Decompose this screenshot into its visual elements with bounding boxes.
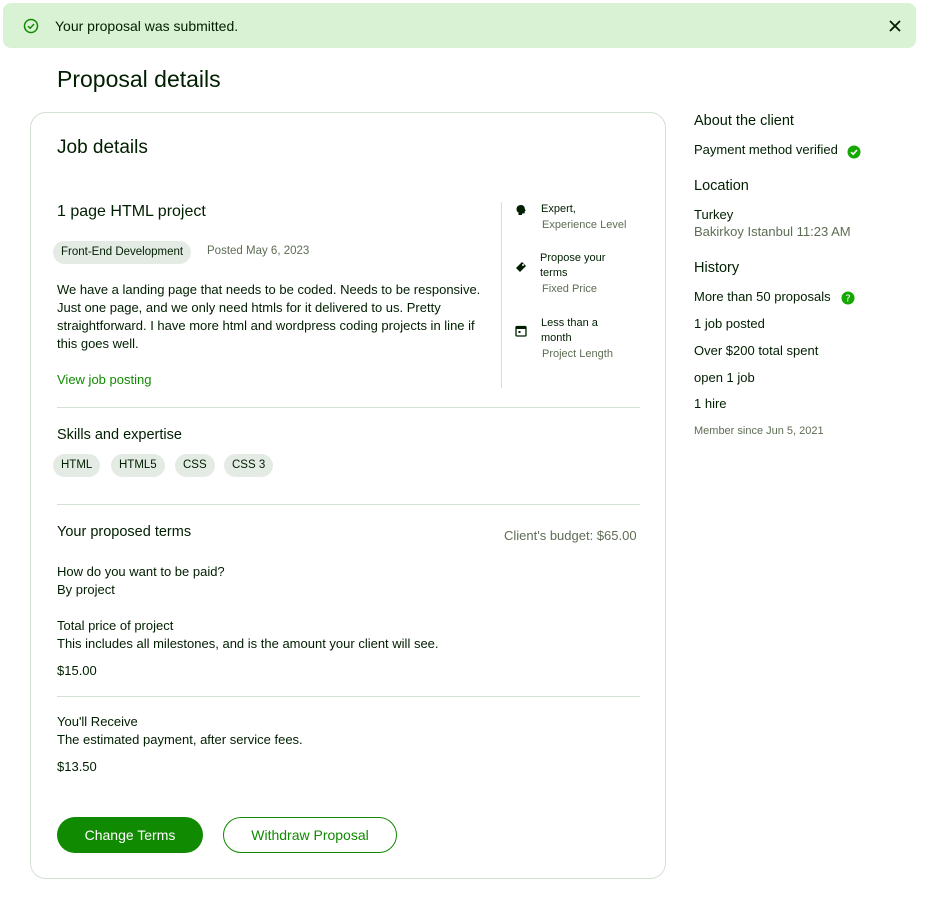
client-country: Turkey (694, 207, 734, 222)
project-length-label: Project Length (542, 348, 613, 360)
open-jobs: open 1 job (694, 370, 755, 385)
you-receive-value: $13.50 (57, 759, 97, 774)
payment-type-label: Fixed Price (542, 283, 598, 295)
hires-count: 1 hire (694, 396, 727, 411)
divider (57, 504, 640, 505)
view-job-posting-link[interactable]: View job posting (57, 372, 151, 387)
payment-answer: By project (57, 582, 115, 597)
skill-tag[interactable]: HTML (53, 454, 101, 477)
close-icon[interactable] (885, 16, 905, 36)
member-since: Member since Jun 5, 2021 (694, 425, 824, 437)
experience-label: Experience Level (542, 219, 627, 231)
payment-type-value: Propose your terms (540, 252, 606, 279)
skill-tag[interactable]: CSS 3 (224, 454, 274, 477)
about-client-title: About the client (694, 113, 794, 129)
client-budget: Client's budget: $65.00 (504, 528, 637, 543)
history-title: History (694, 260, 740, 276)
jobs-posted: 1 job posted (694, 316, 765, 331)
withdraw-proposal-button[interactable]: Withdraw Proposal (223, 817, 397, 853)
job-description: We have a landing page that needs to be … (57, 282, 481, 351)
divider (57, 696, 640, 697)
total-price-value: $15.00 (57, 663, 97, 678)
skill-tag[interactable]: CSS (175, 454, 215, 477)
change-terms-button[interactable]: Change Terms (57, 817, 203, 853)
success-banner: Your proposal was submitted. (3, 3, 916, 48)
vertical-divider (501, 202, 502, 388)
proposals-count: More than 50 proposals (694, 289, 831, 304)
experience-value: Expert, (541, 203, 576, 215)
payment-verified: Payment method verified (694, 142, 838, 157)
proposed-terms-title: Your proposed terms (57, 524, 192, 540)
verified-badge-icon (847, 145, 861, 159)
payment-question: How do you want to be paid? (57, 564, 225, 579)
total-spent: Over $200 total spent (694, 343, 819, 358)
brain-icon (516, 205, 526, 215)
category-badge: Front-End Development (53, 241, 192, 264)
svg-text:?: ? (845, 294, 850, 305)
skills-title: Skills and expertise (57, 427, 182, 443)
total-price-label: Total price of project (57, 618, 174, 633)
banner-message: Your proposal was submitted. (55, 18, 239, 34)
posted-date: Posted May 6, 2023 (207, 245, 310, 257)
check-circle-icon (23, 18, 39, 34)
calendar-icon (515, 325, 527, 337)
you-receive-description: The estimated payment, after service fee… (57, 732, 303, 747)
page-title: Proposal details (57, 66, 221, 92)
card-title: Job details (57, 137, 148, 158)
help-icon[interactable]: ? (841, 291, 855, 305)
total-price-description: This includes all milestones, and is the… (57, 636, 439, 651)
divider (57, 407, 640, 408)
tag-icon (516, 262, 526, 272)
skill-tag[interactable]: HTML5 (111, 454, 165, 477)
location-title: Location (694, 178, 749, 194)
project-length-value: Less than a month (541, 317, 598, 344)
job-title: 1 page HTML project (57, 203, 206, 220)
client-city-time: Bakirkoy Istanbul 11:23 AM (694, 224, 851, 239)
you-receive-label: You'll Receive (57, 714, 138, 729)
